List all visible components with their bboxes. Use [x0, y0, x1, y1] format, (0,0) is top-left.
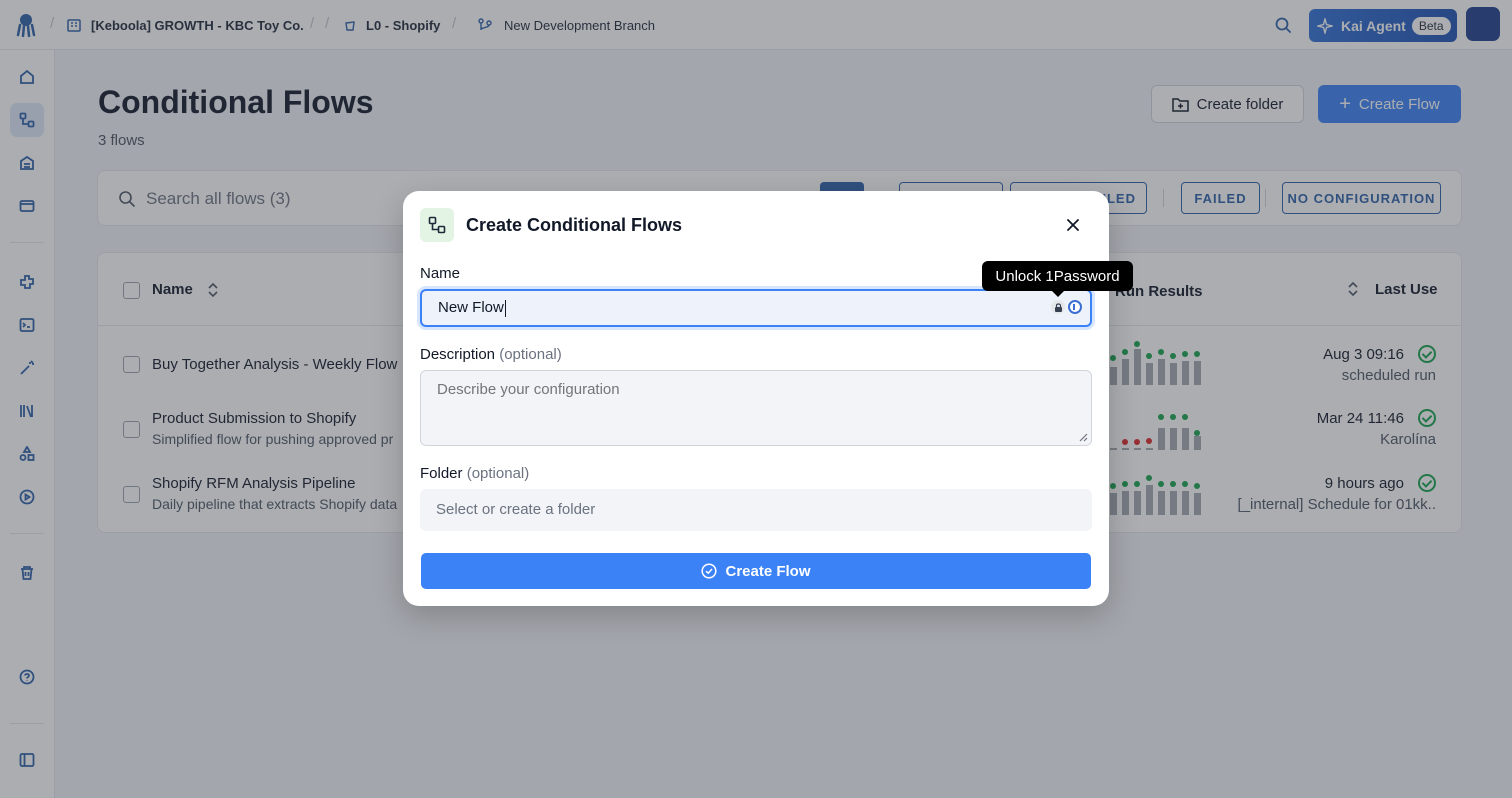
optional-hint: (optional) — [466, 465, 530, 482]
flow-icon — [420, 208, 454, 242]
description-label-text: Description — [420, 346, 496, 363]
folder-placeholder: Select or create a folder — [436, 501, 596, 518]
close-icon[interactable] — [1063, 215, 1083, 235]
dialog-title: Create Conditional Flows — [466, 215, 683, 235]
name-field[interactable]: New Flow — [420, 289, 1092, 327]
1password-icon[interactable] — [1068, 300, 1082, 314]
text-cursor — [504, 299, 506, 317]
create-flow-dialog: Create Conditional Flows Name New Flow D… — [403, 191, 1109, 606]
folder-label: Folder (optional) — [420, 465, 529, 482]
lock-icon[interactable] — [1051, 300, 1065, 314]
resize-grip-icon[interactable] — [1078, 432, 1088, 442]
password-tooltip: Unlock 1Password — [982, 261, 1133, 297]
folder-select[interactable]: Select or create a folder — [420, 489, 1092, 531]
password-manager-icons — [1051, 300, 1082, 314]
check-circle-icon — [701, 563, 718, 579]
description-field[interactable] — [420, 370, 1092, 446]
description-label: Description (optional) — [420, 346, 562, 363]
tooltip-text: Unlock 1Password — [995, 267, 1120, 285]
submit-label: Create Flow — [725, 562, 811, 580]
name-value: New Flow — [438, 299, 504, 316]
optional-hint: (optional) — [499, 346, 562, 363]
submit-create-flow-button[interactable]: Create Flow — [421, 553, 1091, 589]
name-label: Name — [420, 265, 461, 282]
folder-label-text: Folder — [420, 465, 463, 482]
